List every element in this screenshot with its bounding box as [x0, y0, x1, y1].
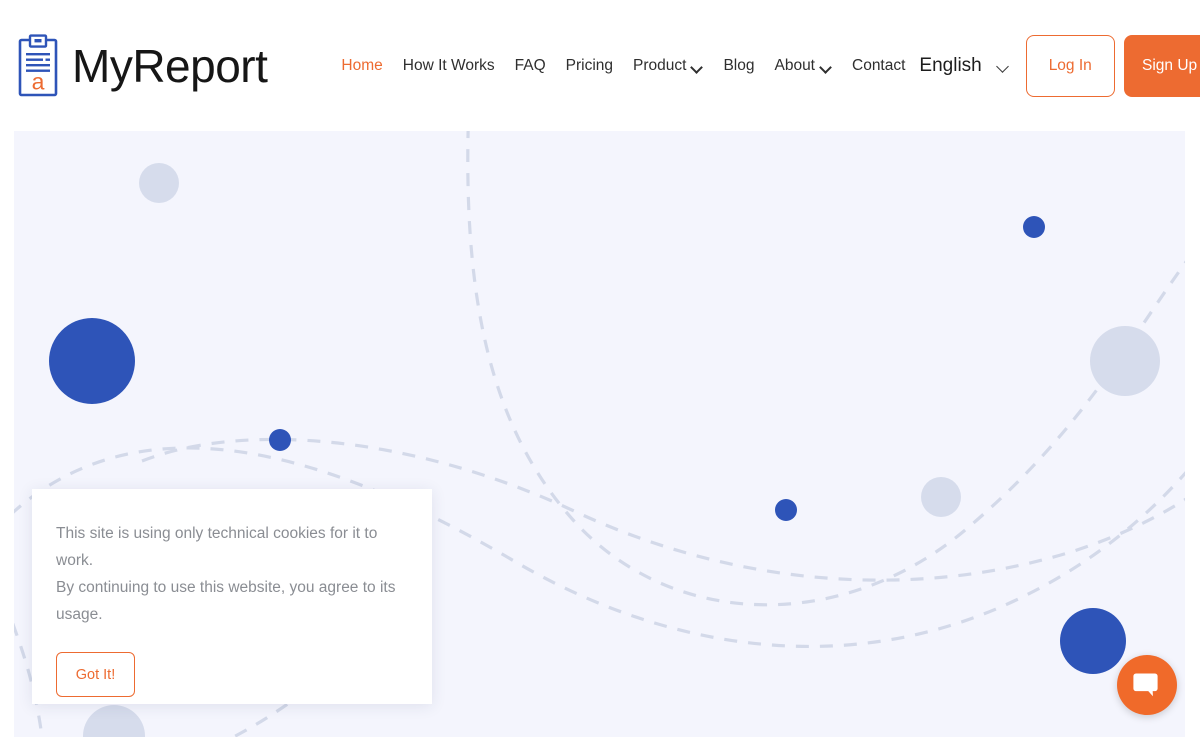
- cookie-notice: This site is using only technical cookie…: [32, 489, 432, 704]
- nav-item-home[interactable]: Home: [341, 51, 382, 81]
- nav-item-pricing[interactable]: Pricing: [566, 51, 613, 81]
- nav-item-home-label: Home: [341, 56, 383, 74]
- chevron-down-icon: [692, 63, 703, 70]
- nav-item-pricing-label: Pricing: [565, 56, 614, 74]
- chevron-down-icon: [821, 63, 832, 70]
- nav-item-faq[interactable]: FAQ: [515, 51, 546, 81]
- blue-dot-mid-left: [269, 429, 291, 451]
- nav-item-how-it-works-label: How It Works: [402, 56, 495, 74]
- soft-circle-top-left: [139, 163, 179, 203]
- header-actions: Log In Sign Up Now: [1025, 34, 1200, 97]
- sign-up-now-button[interactable]: Sign Up Now: [1123, 34, 1200, 97]
- cookie-accept-button[interactable]: Got It!: [56, 652, 135, 697]
- nav-item-about[interactable]: About: [774, 51, 832, 81]
- cookie-notice-line-1: This site is using only technical cookie…: [56, 525, 378, 569]
- cookie-notice-line-2: By continuing to use this website, you a…: [56, 579, 396, 623]
- nav-item-blog-label: Blog: [723, 56, 755, 74]
- nav-item-about-label: About: [774, 56, 815, 74]
- brand-logo[interactable]: a MyReport: [18, 34, 268, 97]
- blue-circle-large-left: [49, 318, 135, 404]
- nav-item-blog[interactable]: Blog: [723, 51, 754, 81]
- language-selector[interactable]: English: [919, 55, 1009, 77]
- svg-text:a: a: [32, 69, 45, 95]
- blue-dot-center: [775, 499, 797, 521]
- blue-circle-bottom-right: [1060, 608, 1126, 674]
- site-header: a MyReport Home How It Works FAQ Pricing…: [0, 0, 1200, 131]
- brand-name: MyReport: [72, 39, 268, 92]
- chat-launcher-button[interactable]: [1117, 655, 1177, 715]
- main-nav: Home How It Works FAQ Pricing Product Bl…: [341, 51, 1009, 81]
- nav-item-contact[interactable]: Contact: [852, 51, 905, 81]
- language-selected-label: English: [919, 54, 982, 76]
- nav-item-product[interactable]: Product: [633, 51, 703, 81]
- blue-dot-top-right: [1023, 216, 1045, 238]
- clipboard-icon: a: [18, 34, 58, 97]
- chevron-down-icon: [998, 62, 1010, 70]
- log-in-button[interactable]: Log In: [1025, 34, 1115, 97]
- chat-bubble-icon: [1133, 673, 1158, 697]
- nav-item-how-it-works[interactable]: How It Works: [403, 51, 495, 81]
- dashed-curve-upper: [466, 131, 1185, 607]
- soft-circle-center: [921, 477, 961, 517]
- nav-item-faq-label: FAQ: [514, 56, 546, 74]
- nav-item-product-label: Product: [633, 56, 687, 74]
- cookie-notice-text: This site is using only technical cookie…: [56, 520, 408, 628]
- soft-circle-right: [1090, 326, 1160, 396]
- nav-item-contact-label: Contact: [852, 56, 906, 74]
